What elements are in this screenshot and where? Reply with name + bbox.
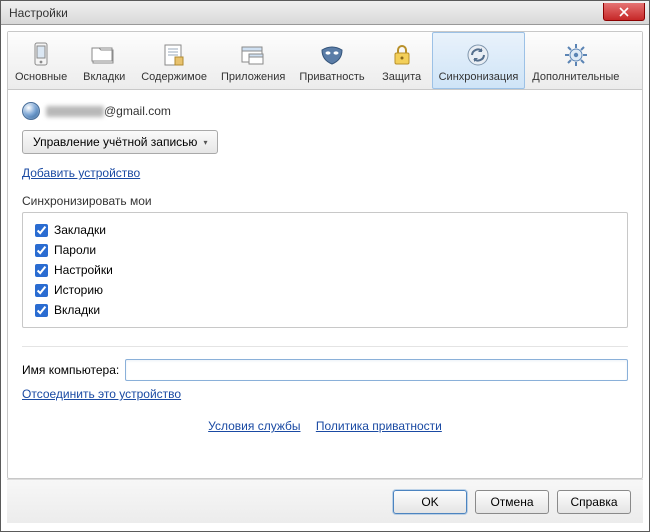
tab-sync[interactable]: Синхронизация	[432, 32, 526, 89]
checkbox-label: Закладки	[54, 223, 106, 237]
tab-applications[interactable]: Приложения	[214, 32, 292, 89]
title-bar: Настройки	[1, 1, 649, 25]
window-title: Настройки	[1, 6, 68, 20]
user-row: @gmail.com	[22, 102, 628, 120]
checkbox[interactable]	[35, 244, 48, 257]
computer-name-row: Имя компьютера:	[22, 359, 628, 381]
divider	[22, 346, 628, 347]
tab-label: Приложения	[221, 71, 285, 83]
sync-checkbox-group: Закладки Пароли Настройки Историю Вкладк…	[22, 212, 628, 328]
checkbox-label: Настройки	[54, 263, 113, 277]
tab-advanced[interactable]: Дополнительные	[525, 32, 626, 89]
checkbox-label: Вкладки	[54, 303, 100, 317]
tab-label: Вкладки	[83, 71, 125, 83]
checkbox-label: Пароли	[54, 243, 96, 257]
lock-icon	[388, 41, 416, 69]
bottom-links: Условия службы Политика приватности	[22, 419, 628, 433]
computer-name-input[interactable]	[125, 359, 628, 381]
close-button[interactable]	[603, 3, 645, 21]
panel: Основные Вкладки Содержимое Приложения П…	[7, 31, 643, 479]
tab-security[interactable]: Защита	[372, 32, 432, 89]
checkbox[interactable]	[35, 264, 48, 277]
computer-name-label: Имя компьютера:	[22, 363, 119, 377]
checkbox[interactable]	[35, 284, 48, 297]
tab-tabs[interactable]: Вкладки	[74, 32, 134, 89]
sync-section-label: Синхронизировать мои	[22, 194, 628, 208]
content-outer: Основные Вкладки Содержимое Приложения П…	[1, 25, 649, 531]
tab-label: Дополнительные	[532, 71, 619, 83]
tab-privacy[interactable]: Приватность	[292, 32, 371, 89]
category-toolbar: Основные Вкладки Содержимое Приложения П…	[8, 32, 642, 90]
tab-general[interactable]: Основные	[8, 32, 74, 89]
dialog-footer: OK Отмена Справка	[7, 479, 643, 523]
sync-item-settings[interactable]: Настройки	[35, 263, 615, 277]
add-device-link[interactable]: Добавить устройство	[22, 166, 628, 180]
tab-label: Защита	[382, 71, 421, 83]
email-domain: @gmail.com	[104, 104, 171, 118]
main-area: @gmail.com Управление учётной записью До…	[8, 90, 642, 478]
terms-link[interactable]: Условия службы	[208, 419, 300, 433]
help-button[interactable]: Справка	[557, 490, 631, 514]
tab-label: Основные	[15, 71, 67, 83]
document-icon	[160, 41, 188, 69]
checkbox-label: Историю	[54, 283, 103, 297]
sync-item-bookmarks[interactable]: Закладки	[35, 223, 615, 237]
manage-account-label: Управление учётной записью	[33, 135, 197, 149]
settings-window: Настройки Основные Вкладки Содержимое	[0, 0, 650, 532]
unlink-device-link[interactable]: Отсоединить это устройство	[22, 387, 181, 401]
sync-item-passwords[interactable]: Пароли	[35, 243, 615, 257]
tab-label: Синхронизация	[439, 71, 519, 83]
checkbox[interactable]	[35, 224, 48, 237]
cancel-button[interactable]: Отмена	[475, 490, 549, 514]
sync-item-history[interactable]: Историю	[35, 283, 615, 297]
sync-item-tabs[interactable]: Вкладки	[35, 303, 615, 317]
privacy-link[interactable]: Политика приватности	[316, 419, 442, 433]
tab-label: Приватность	[299, 71, 364, 83]
tab-content[interactable]: Содержимое	[134, 32, 214, 89]
mask-icon	[318, 41, 346, 69]
window-icon	[239, 41, 267, 69]
checkbox[interactable]	[35, 304, 48, 317]
email-local-blurred	[46, 106, 104, 117]
folder-icon	[90, 41, 118, 69]
ok-button[interactable]: OK	[393, 490, 467, 514]
manage-account-button[interactable]: Управление учётной записью	[22, 130, 218, 154]
gear-icon	[562, 41, 590, 69]
sync-icon	[464, 41, 492, 69]
tab-label: Содержимое	[141, 71, 207, 83]
user-email: @gmail.com	[46, 104, 171, 118]
avatar-icon	[22, 102, 40, 120]
phone-icon	[27, 41, 55, 69]
close-icon	[619, 7, 629, 17]
